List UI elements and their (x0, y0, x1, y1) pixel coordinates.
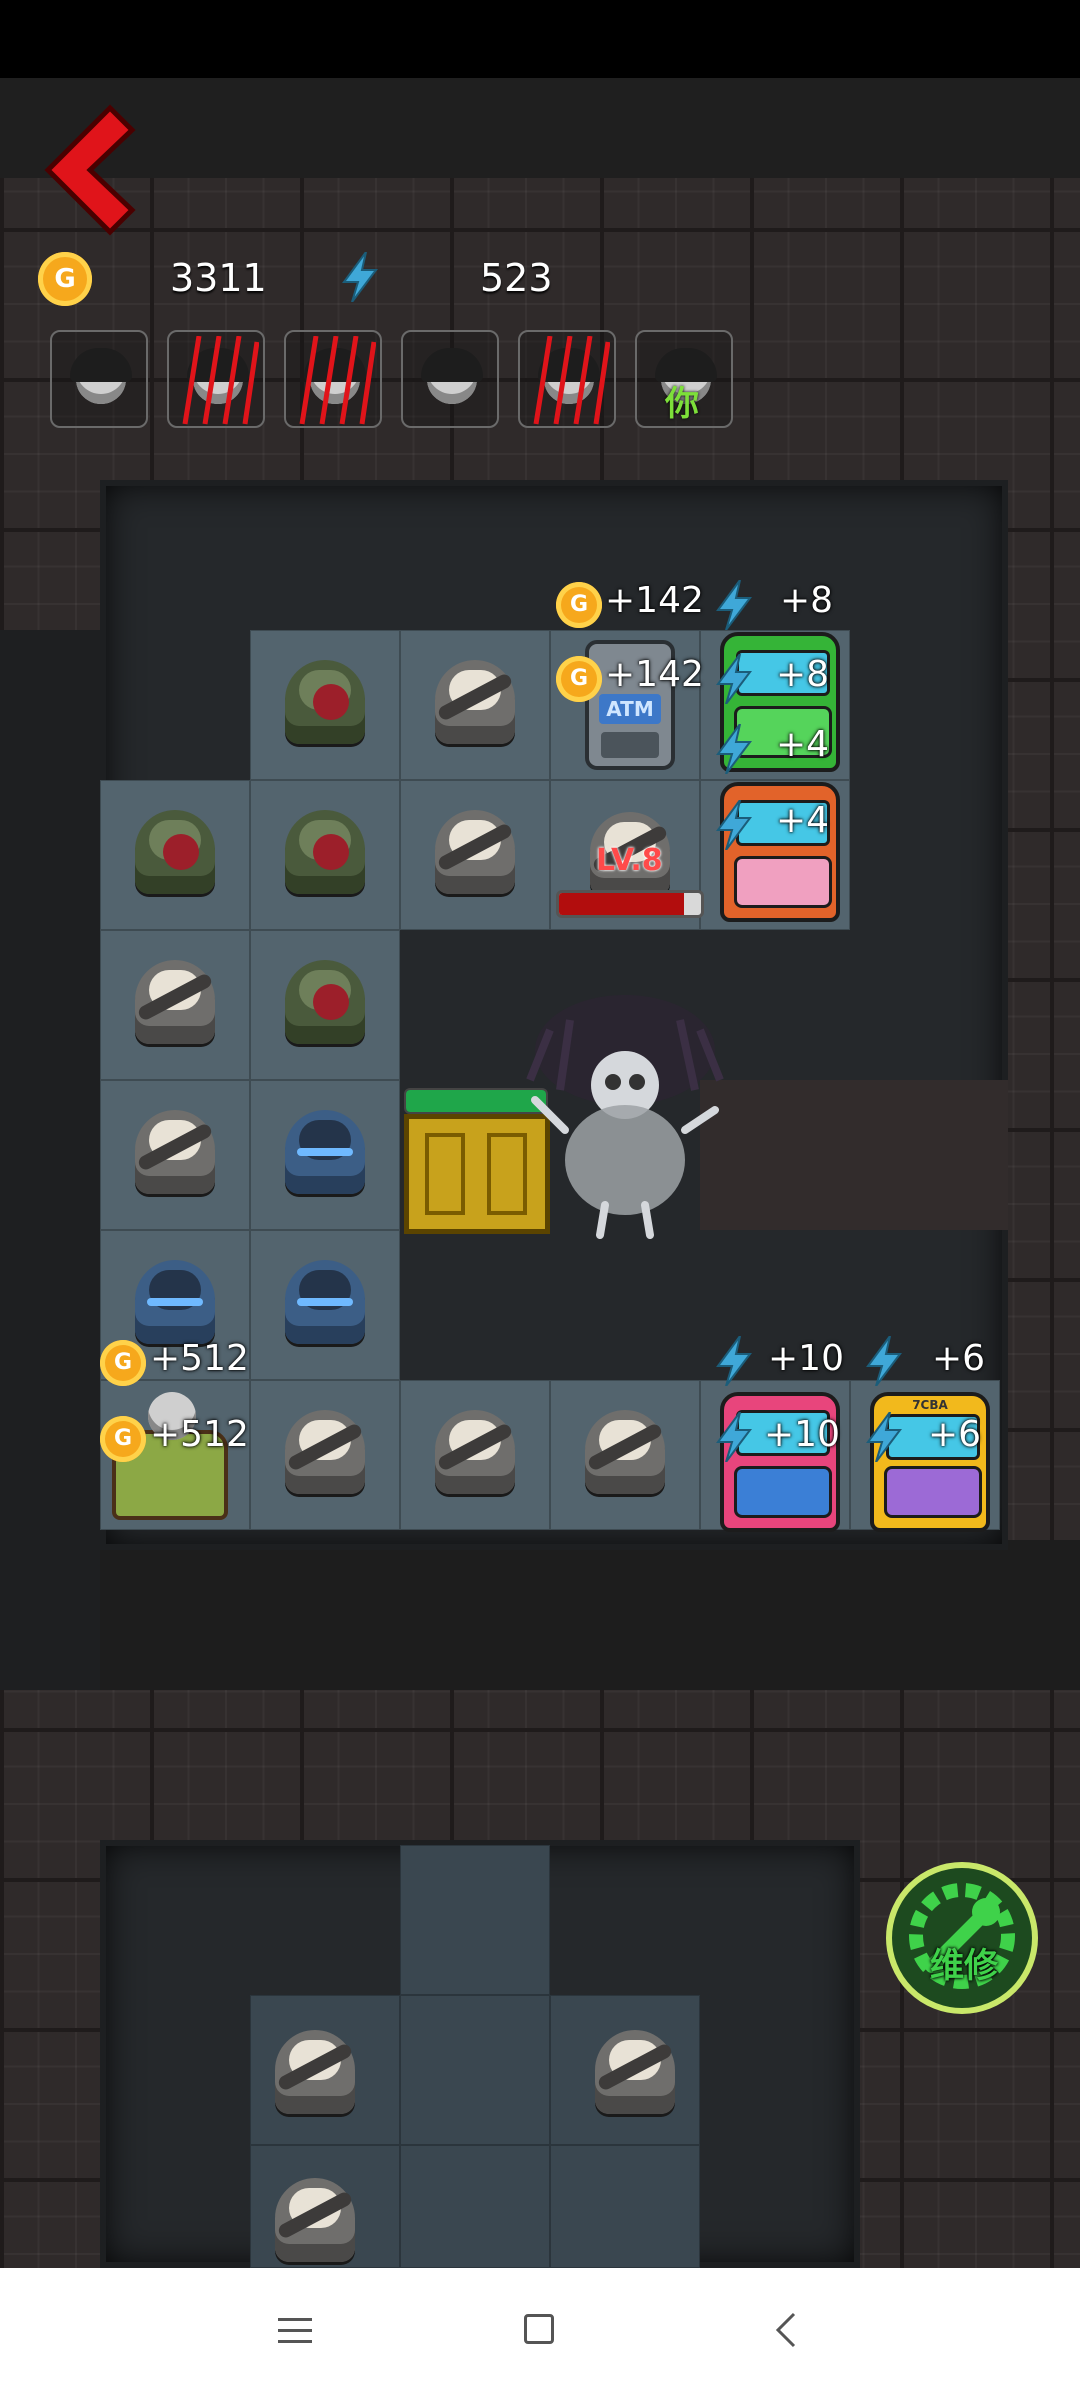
status-bar (0, 0, 1080, 78)
green-arcade-energy-gain-low: +4 (776, 724, 830, 765)
pitchfork-pot-item[interactable] (435, 660, 515, 744)
gold-amount: 3311 (170, 256, 267, 300)
gas-mask-item[interactable] (135, 810, 215, 894)
arcade-marquee: 7CBA (912, 1398, 948, 1412)
gold-coin-icon: G (556, 582, 602, 628)
player-slot[interactable] (401, 330, 499, 428)
left-hall (0, 630, 100, 1690)
arcade-controls (884, 1466, 982, 1518)
player-slot[interactable] (50, 330, 148, 428)
floor-tile (400, 1845, 550, 1995)
gold-coin-icon: G (38, 252, 92, 306)
atm-screen: ATM (599, 694, 661, 724)
arcade-controls (734, 1466, 832, 1518)
floor-tile (400, 2145, 550, 2268)
broom-pot-item[interactable] (595, 2030, 675, 2114)
door-panel (425, 1133, 465, 1215)
gold-coin-icon: G (100, 1340, 146, 1386)
atm-keypad (601, 732, 659, 758)
repair-button-label: 维修 (930, 1946, 998, 1986)
corridor-middle (0, 1540, 1080, 1690)
gold-coin-icon: G (556, 656, 602, 702)
claw-scratch-icon (299, 336, 376, 425)
arcade-controls (734, 856, 832, 908)
you-label: 你 (665, 384, 699, 424)
energy-amount: 523 (480, 256, 553, 300)
back-icon[interactable] (774, 2312, 798, 2348)
energy-bolt-icon (866, 1412, 902, 1462)
blue-robot-item[interactable] (135, 1260, 215, 1344)
shovel-pot-item[interactable] (435, 1410, 515, 1494)
green-arcade-energy-gain: +8 (776, 654, 830, 695)
energy-bolt-icon (716, 724, 752, 774)
ghost-hp-fill (559, 893, 684, 915)
energy-bolt-icon (866, 1336, 902, 1386)
green-arcade-energy-gain-float: +8 (780, 580, 834, 621)
shovel-pot-item[interactable] (135, 960, 215, 1044)
claw-scratch-icon (182, 336, 259, 425)
bed-gold-gain: +512 (150, 1414, 249, 1455)
pitchfork-pot-item[interactable] (435, 810, 515, 894)
player-slot[interactable] (167, 330, 265, 428)
shovel-pot-item[interactable] (585, 1410, 665, 1494)
repair-button[interactable]: 维修 (886, 1862, 1038, 2014)
blue-robot-item[interactable] (285, 1110, 365, 1194)
broom-pot-item[interactable] (135, 1110, 215, 1194)
girl-avatar-icon (421, 348, 483, 404)
energy-bolt-icon (716, 800, 752, 850)
ghost-hp-bar (556, 890, 704, 918)
back-arrow-icon (44, 104, 136, 236)
orange-arcade-energy-gain: +4 (776, 800, 830, 841)
floor-tile (550, 2145, 700, 2268)
shovel-pot-item[interactable] (275, 2178, 355, 2262)
yellow-arcade-energy-gain: +6 (928, 1414, 982, 1455)
atm-gold-gain-float: +142 (605, 580, 704, 621)
system-nav-bar (0, 2268, 1080, 2400)
menu-icon[interactable] (278, 2314, 312, 2348)
atm-gold-gain: +142 (605, 654, 704, 695)
bed-gold-gain-float: +512 (150, 1338, 249, 1379)
blue-arcade-energy-gain: +10 (764, 1414, 840, 1455)
player-slot[interactable] (518, 330, 616, 428)
gold-coin-icon: G (100, 1416, 146, 1462)
home-icon[interactable] (524, 2314, 554, 2344)
gas-mask-item[interactable] (285, 660, 365, 744)
gas-mask-item[interactable] (285, 810, 365, 894)
blue-arcade-energy-gain-float: +10 (768, 1338, 844, 1379)
blue-robot-item[interactable] (285, 1260, 365, 1344)
energy-bolt-icon (716, 1412, 752, 1462)
shovel-pot-item[interactable] (275, 2030, 355, 2114)
energy-bolt-icon (716, 1336, 752, 1386)
energy-bolt-icon (342, 252, 378, 302)
ghost-monster[interactable] (520, 990, 730, 1240)
back-button[interactable] (40, 100, 140, 240)
yellow-arcade-energy-gain-float: +6 (932, 1338, 986, 1379)
gas-mask-item[interactable] (285, 960, 365, 1044)
player-slot[interactable] (284, 330, 382, 428)
claw-scratch-icon (533, 336, 610, 425)
pitchfork-pot-item[interactable] (285, 1410, 365, 1494)
energy-bolt-icon (716, 654, 752, 704)
floor-tile (400, 1995, 550, 2145)
energy-bolt-icon (716, 580, 752, 630)
girl-avatar-icon (70, 348, 132, 404)
corridor-top (0, 78, 1080, 178)
brick-patch (700, 1080, 1008, 1230)
ghost-level-label: LV.8 (596, 843, 663, 878)
player-slot-self[interactable]: 你 (635, 330, 733, 428)
